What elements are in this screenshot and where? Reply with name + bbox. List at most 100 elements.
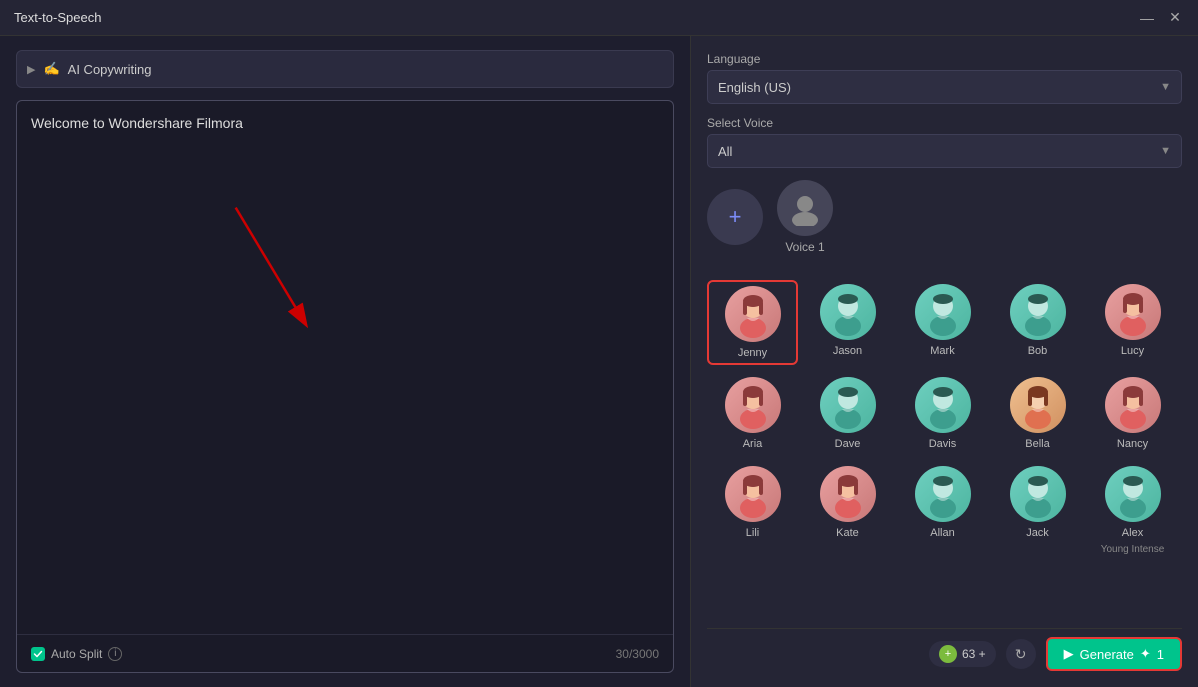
voice-item-davis[interactable]: Davis xyxy=(897,373,988,454)
voice-item-mark[interactable]: Mark xyxy=(897,280,988,365)
voice-name-aria: Aria xyxy=(743,438,763,450)
voice-item-lili[interactable]: Lili xyxy=(707,462,798,559)
ai-copywriting-label: AI Copywriting xyxy=(68,62,152,77)
voice-item-aria[interactable]: Aria xyxy=(707,373,798,454)
voice1-avatar xyxy=(777,180,833,236)
refresh-button[interactable]: ↻ xyxy=(1006,639,1036,669)
right-panel: Language English (US) ▼ Select Voice All… xyxy=(690,36,1198,687)
text-input[interactable]: Welcome to Wondershare Filmora xyxy=(17,101,673,672)
voice-item-nancy[interactable]: Nancy xyxy=(1087,373,1178,454)
voice-filter-dropdown[interactable]: All ▼ xyxy=(707,134,1182,168)
select-voice-label: Select Voice xyxy=(707,116,1182,130)
credits-count: 63 + xyxy=(962,647,986,661)
voice-avatar-svg-nancy xyxy=(1107,379,1159,431)
voice-avatar-jack xyxy=(1010,466,1066,522)
voice-avatar-svg-aria xyxy=(727,379,779,431)
voice-avatar-svg-alex xyxy=(1107,468,1159,520)
close-button[interactable]: ✕ xyxy=(1166,9,1184,27)
credits-badge: + 63 + xyxy=(929,641,996,667)
voice-name-lili: Lili xyxy=(746,527,759,539)
bottom-bar: + 63 + ↻ ▶ Generate ✦ 1 xyxy=(707,628,1182,671)
generate-button[interactable]: ▶ Generate ✦ 1 xyxy=(1046,637,1182,671)
add-voice-col: + xyxy=(707,189,763,245)
window-title: Text-to-Speech xyxy=(14,10,1138,25)
add-voice-button[interactable]: + xyxy=(707,189,763,245)
voice-name-alex: Alex xyxy=(1122,527,1143,539)
voice-item-jenny[interactable]: Jenny xyxy=(707,280,798,365)
auto-split-area: Auto Split i xyxy=(31,647,122,661)
voice-filter-selected: All xyxy=(718,144,732,159)
voice-avatar-kate xyxy=(820,466,876,522)
voice-avatar-allan xyxy=(915,466,971,522)
voice-avatar-svg-jason xyxy=(822,286,874,338)
voice-avatar-svg-kate xyxy=(822,468,874,520)
ai-icon: ✍ xyxy=(43,61,59,77)
voice-avatar-svg-allan xyxy=(917,468,969,520)
language-section: Language English (US) ▼ xyxy=(707,52,1182,104)
voice-item-bella[interactable]: Bella xyxy=(992,373,1083,454)
voice-name-bella: Bella xyxy=(1025,438,1049,450)
voice-avatar-jason xyxy=(820,284,876,340)
voice-item-dave[interactable]: Dave xyxy=(802,373,893,454)
textarea-footer: Auto Split i 30/3000 xyxy=(17,634,673,672)
generate-count: 1 xyxy=(1157,647,1164,662)
voice-item-kate[interactable]: Kate xyxy=(802,462,893,559)
window-controls: — ✕ xyxy=(1138,9,1184,27)
minimize-button[interactable]: — xyxy=(1138,9,1156,27)
voice-name-lucy: Lucy xyxy=(1121,345,1144,357)
voice-avatar-lucy xyxy=(1105,284,1161,340)
voice-item-jason[interactable]: Jason xyxy=(802,280,893,365)
voice-item-jack[interactable]: Jack xyxy=(992,462,1083,559)
credits-icon: + xyxy=(939,645,957,663)
voice-name-kate: Kate xyxy=(836,527,859,539)
voice1-label: Voice 1 xyxy=(785,240,824,254)
voice-avatar-nancy xyxy=(1105,377,1161,433)
char-count: 30/3000 xyxy=(616,647,659,661)
language-selected: English (US) xyxy=(718,80,791,95)
voice-name-mark: Mark xyxy=(930,345,954,357)
language-chevron-icon: ▼ xyxy=(1160,81,1171,93)
language-dropdown[interactable]: English (US) ▼ xyxy=(707,70,1182,104)
voice-avatar-mark xyxy=(915,284,971,340)
voice-avatar-svg-mark xyxy=(917,286,969,338)
voice-item-allan[interactable]: Allan xyxy=(897,462,988,559)
voice-avatar-svg-bob xyxy=(1012,286,1064,338)
voice-name-jason: Jason xyxy=(833,345,862,357)
voice-item-bob[interactable]: Bob xyxy=(992,280,1083,365)
voice-avatar-alex xyxy=(1105,466,1161,522)
voice-avatar-svg-jack xyxy=(1012,468,1064,520)
voice1-col: Voice 1 xyxy=(777,180,833,254)
auto-split-label: Auto Split xyxy=(51,647,102,661)
voice-name-davis: Davis xyxy=(929,438,957,450)
voice-avatar-svg-bella xyxy=(1012,379,1064,431)
language-label: Language xyxy=(707,52,1182,66)
voice-name-jack: Jack xyxy=(1026,527,1049,539)
voice-avatar-svg-davis xyxy=(917,379,969,431)
info-icon[interactable]: i xyxy=(108,647,122,661)
alex-sublabel: Young Intense xyxy=(1101,544,1165,555)
voice1-row: + Voice 1 xyxy=(707,180,1182,254)
voice-avatar-svg-lucy xyxy=(1107,286,1159,338)
voice-avatar-lili xyxy=(725,466,781,522)
voice-avatar-aria xyxy=(725,377,781,433)
voice-item-lucy[interactable]: Lucy xyxy=(1087,280,1178,365)
text-area-container: Welcome to Wondershare Filmora xyxy=(16,100,674,673)
voice-name-dave: Dave xyxy=(835,438,861,450)
title-bar: Text-to-Speech — ✕ xyxy=(0,0,1198,36)
generate-label: Generate xyxy=(1080,647,1134,662)
voice-avatar-bob xyxy=(1010,284,1066,340)
ai-copywriting-bar[interactable]: ▶ ✍ AI Copywriting xyxy=(16,50,674,88)
voice-name-jenny: Jenny xyxy=(738,347,767,359)
voice-avatar-jenny xyxy=(725,286,781,342)
voice-item-alex[interactable]: Alex Young Intense xyxy=(1087,462,1178,559)
voice-avatar-svg-dave xyxy=(822,379,874,431)
expand-icon: ▶ xyxy=(27,63,35,76)
left-panel: ▶ ✍ AI Copywriting Welcome to Wondershar… xyxy=(0,36,690,687)
voice-name-bob: Bob xyxy=(1028,345,1048,357)
voice-filter-chevron-icon: ▼ xyxy=(1160,145,1171,157)
voice-avatar-svg-jenny xyxy=(727,288,779,340)
voice-grid-area: Jenny Jason xyxy=(707,280,1182,616)
auto-split-checkbox[interactable] xyxy=(31,647,45,661)
generate-icon-star: ✦ xyxy=(1140,646,1151,662)
voice-avatar-bella xyxy=(1010,377,1066,433)
